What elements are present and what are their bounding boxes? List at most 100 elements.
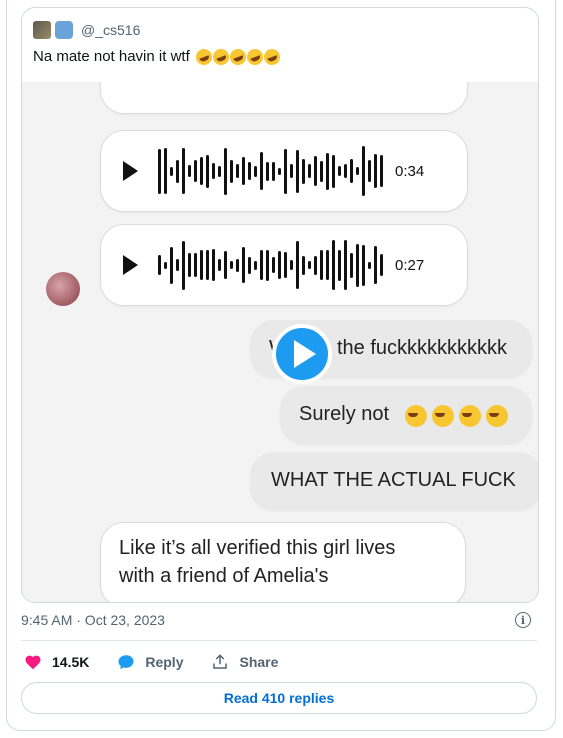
waveform-bar xyxy=(242,157,245,185)
read-replies-button[interactable]: Read 410 replies xyxy=(21,682,537,714)
voice-duration: 0:27 xyxy=(395,256,425,274)
waveform-bar xyxy=(212,163,215,179)
reply-bubble-icon xyxy=(118,655,134,670)
tears-of-joy-emoji-icon xyxy=(432,405,454,427)
message-bubble: Surely not xyxy=(280,386,532,444)
like-count: 14.5K xyxy=(52,654,90,670)
message-text: WHAT THE ACTUAL FUCK xyxy=(271,469,516,491)
waveform-bar xyxy=(236,164,239,178)
quoted-tweet-text: Na mate not havin it wtf xyxy=(33,46,283,67)
video-play-button[interactable] xyxy=(272,324,332,384)
waveform-bar xyxy=(368,261,371,269)
waveform-bar xyxy=(248,162,251,180)
tweet-timestamp[interactable]: 9:45 AM · Oct 23, 2023 xyxy=(21,612,165,628)
waveform-bar xyxy=(188,253,191,277)
message-text-line1: Like it’s all verified this girl lives xyxy=(119,537,396,559)
waveform-bar xyxy=(356,167,359,175)
share-button[interactable]: Share xyxy=(211,653,278,671)
waveform-bar xyxy=(308,261,311,269)
waveform-bar xyxy=(260,152,263,190)
message-bubble: WHAT THE ACTUAL FUCK xyxy=(250,452,538,510)
waveform-bar xyxy=(212,249,215,281)
message-text: the fuckkkkkkkkkkk xyxy=(337,337,508,359)
quoted-tweet-handle[interactable]: @_cs516 xyxy=(81,22,140,38)
divider xyxy=(21,640,537,641)
waveform-bar xyxy=(194,160,197,182)
waveform-bar xyxy=(314,156,317,186)
waveform-bar xyxy=(260,250,263,280)
waveform-bar xyxy=(224,251,227,279)
waveform-bar xyxy=(278,251,281,279)
tears-of-joy-emoji-icon xyxy=(459,405,481,427)
waveform-bar xyxy=(374,154,377,188)
waveform-bar xyxy=(284,252,287,278)
play-icon xyxy=(294,340,316,368)
laughing-emoji-group xyxy=(405,405,508,427)
waveform-bar xyxy=(308,164,311,178)
tears-of-joy-emoji-icon xyxy=(405,405,427,427)
waveform-bar xyxy=(290,164,293,178)
waveform-bar xyxy=(314,255,317,275)
rofl-emoji-icon xyxy=(261,46,283,67)
waveform-bar xyxy=(344,164,347,178)
waveform-bar xyxy=(380,254,383,276)
waveform-bar xyxy=(224,147,227,195)
voice-note-1: 0:34 xyxy=(100,130,468,212)
waveform-bar xyxy=(200,250,203,280)
waveform-bar xyxy=(278,167,281,175)
waveform-bar xyxy=(194,253,197,277)
waveform-bar xyxy=(344,240,347,290)
waveform-bar xyxy=(368,160,371,182)
waveform-bar xyxy=(218,165,221,177)
waveform-bar xyxy=(254,165,257,177)
reply-button[interactable]: Reply xyxy=(117,653,183,671)
reply-label: Reply xyxy=(145,654,184,670)
waveform-bar xyxy=(332,240,335,290)
waveform-bar xyxy=(362,244,365,286)
waveform-bar xyxy=(272,161,275,181)
waveform-icon xyxy=(158,146,383,196)
waveform-bar xyxy=(230,159,233,183)
waveform-bar xyxy=(236,258,239,272)
avatar-icon[interactable] xyxy=(33,21,51,39)
waveform-bar xyxy=(302,158,305,184)
waveform-bar xyxy=(320,250,323,280)
robot-avatar-icon xyxy=(55,21,73,39)
waveform-bar xyxy=(338,166,341,176)
quoted-tweet[interactable]: @_cs516 Na mate not havin it wtf 0:34 0:… xyxy=(21,7,539,603)
waveform-bar xyxy=(290,260,293,270)
rofl-emoji-icon xyxy=(193,46,215,67)
quoted-tweet-header: @_cs516 xyxy=(33,20,140,40)
waveform-bar xyxy=(164,148,167,194)
heart-icon xyxy=(25,655,41,670)
message-text-line2: with a friend of Amelia's xyxy=(119,565,329,587)
waveform-bar xyxy=(332,154,335,188)
waveform-bar xyxy=(320,160,323,182)
message-bubble-cut xyxy=(100,82,468,114)
like-button[interactable]: 14.5K xyxy=(24,653,89,671)
voice-note-2: 0:27 xyxy=(100,224,468,306)
waveform-bar xyxy=(266,161,269,181)
waveform-bar xyxy=(164,261,167,269)
waveform-bar xyxy=(242,247,245,283)
video-media[interactable]: 0:34 0:27 W the fuckkkkkkkkkkk Surely no… xyxy=(22,82,538,602)
waveform-bar xyxy=(170,246,173,284)
info-icon[interactable]: i xyxy=(515,612,531,628)
waveform-bar xyxy=(338,249,341,281)
quoted-tweet-body: Na mate not havin it wtf xyxy=(33,48,190,65)
waveform-bar xyxy=(272,257,275,273)
waveform-bar xyxy=(326,250,329,280)
waveform-bar xyxy=(380,155,383,187)
waveform-bar xyxy=(170,166,173,176)
waveform-bar xyxy=(218,259,221,271)
tears-of-joy-emoji-icon xyxy=(486,405,508,427)
waveform-bar xyxy=(248,256,251,274)
waveform-bar xyxy=(350,252,353,278)
waveform-bar xyxy=(362,146,365,196)
waveform-bar xyxy=(296,149,299,193)
laughing-emoji-group xyxy=(193,46,283,67)
share-label: Share xyxy=(239,654,279,670)
action-bar: 14.5K Reply Share xyxy=(24,650,306,674)
waveform-bar xyxy=(206,154,209,188)
waveform-bar xyxy=(296,241,299,289)
